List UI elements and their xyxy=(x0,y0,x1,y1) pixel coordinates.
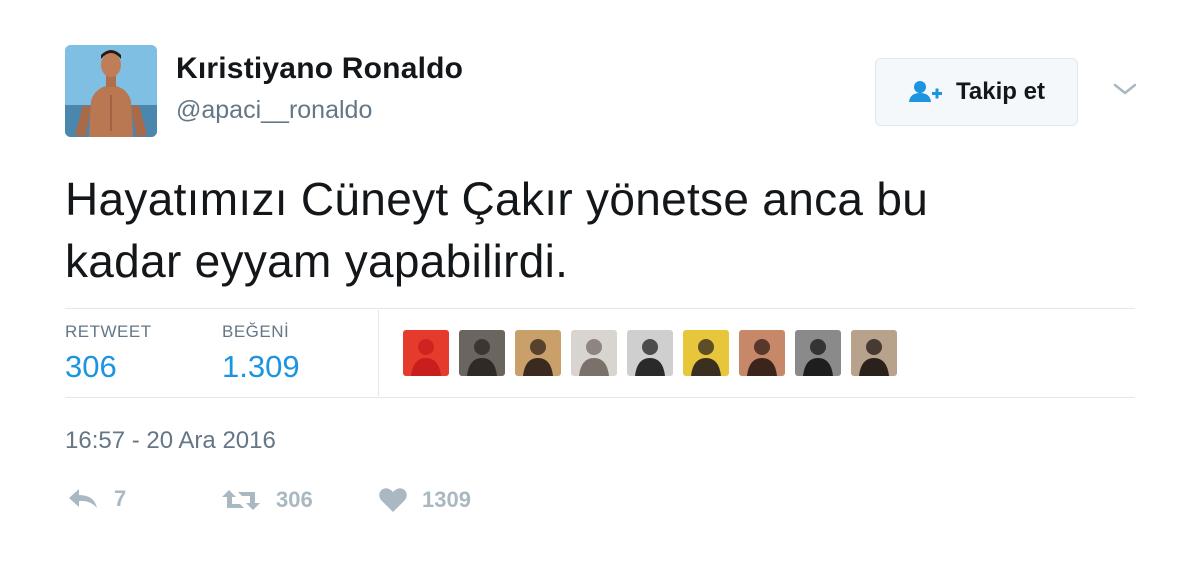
retweet-icon xyxy=(222,490,260,510)
follow-person-plus-icon xyxy=(908,80,944,104)
retweet-action[interactable]: 306 xyxy=(220,486,313,514)
retweet-count: 306 xyxy=(276,487,313,512)
liker-avatar-2[interactable] xyxy=(459,330,505,376)
tweet-timestamp[interactable]: 16:57 - 20 Ara 2016 xyxy=(65,427,276,455)
retweet-stat-value[interactable]: 306 xyxy=(65,349,152,385)
follow-button-label: Takip et xyxy=(956,78,1045,105)
liker-avatar-7[interactable] xyxy=(739,330,785,376)
divider xyxy=(65,397,1135,398)
liker-avatar-1[interactable] xyxy=(403,330,449,376)
liker-avatar-6[interactable] xyxy=(683,330,729,376)
chevron-down-icon[interactable] xyxy=(1112,80,1138,98)
avatar-photo-icon xyxy=(65,45,157,137)
stats-separator xyxy=(378,310,379,396)
reply-action[interactable]: 7 xyxy=(66,486,126,512)
liker-avatar-9[interactable] xyxy=(851,330,897,376)
display-name[interactable]: Kıristiyano Ronaldo xyxy=(176,52,463,86)
likes-stat[interactable]: BEĞENİ 1.309 xyxy=(222,322,300,385)
tweet-text: Hayatımızı Cüneyt Çakır yönetse anca bu … xyxy=(65,168,1155,292)
heart-icon xyxy=(379,488,407,512)
likes-stat-value[interactable]: 1.309 xyxy=(222,349,300,385)
liker-avatar-8[interactable] xyxy=(795,330,841,376)
likes-stat-label: BEĞENİ xyxy=(222,322,290,341)
retweet-stat-label: RETWEET xyxy=(65,322,152,341)
like-action[interactable]: 1309 xyxy=(378,486,471,514)
like-count: 1309 xyxy=(422,487,471,512)
likers-list xyxy=(403,330,897,376)
avatar[interactable] xyxy=(65,45,157,137)
user-handle[interactable]: @apaci__ronaldo xyxy=(176,96,372,125)
divider xyxy=(65,308,1135,309)
tweet-text-line-2: kadar eyyam yapabilirdi. xyxy=(65,235,569,287)
follow-button[interactable]: Takip et xyxy=(875,58,1078,126)
liker-avatar-5[interactable] xyxy=(627,330,673,376)
liker-avatar-3[interactable] xyxy=(515,330,561,376)
tweet-text-line-1: Hayatımızı Cüneyt Çakır yönetse anca bu xyxy=(65,173,929,225)
tweet-card: Kıristiyano Ronaldo @apaci__ronaldo Taki… xyxy=(0,0,1200,573)
reply-icon xyxy=(69,489,97,508)
reply-count: 7 xyxy=(114,486,127,511)
retweet-stat[interactable]: RETWEET 306 xyxy=(65,322,152,385)
liker-avatar-4[interactable] xyxy=(571,330,617,376)
